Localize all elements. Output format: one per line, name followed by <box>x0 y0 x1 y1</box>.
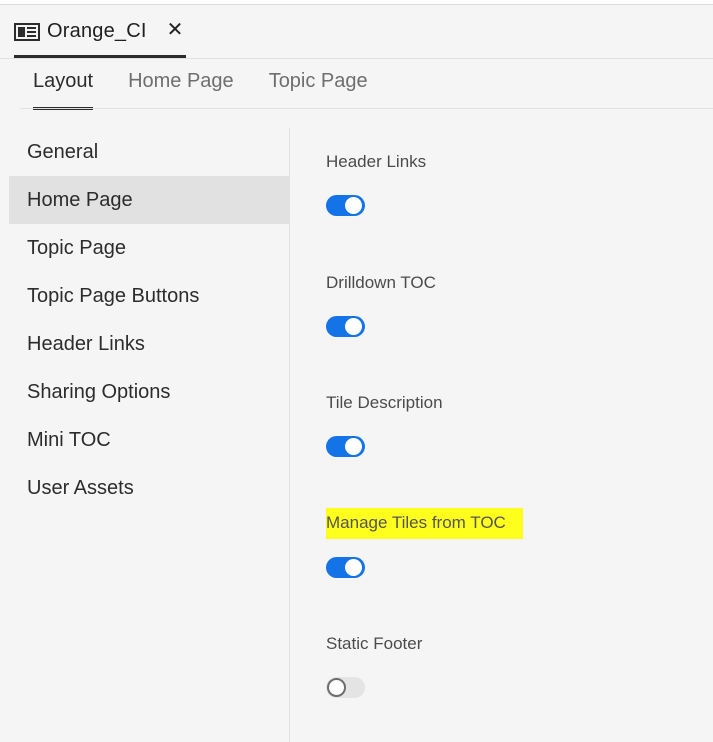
toggle-knob <box>345 197 362 214</box>
settings-category-nav: General Home Page Topic Page Topic Page … <box>9 128 290 742</box>
tile-description-toggle[interactable] <box>326 436 365 457</box>
tab-home-page[interactable]: Home Page <box>128 70 234 108</box>
sidebar-item-topic-page[interactable]: Topic Page <box>9 224 290 272</box>
document-icon <box>14 23 40 41</box>
setting-drilldown-toc: Drilldown TOC <box>326 271 706 392</box>
tabbar-divider <box>0 58 713 59</box>
app-window: Orange_CI ✕ Layout Home Page Topic Page … <box>0 0 713 742</box>
sidebar-item-header-links[interactable]: Header Links <box>9 320 290 368</box>
document-tab-title: Orange_CI <box>47 20 147 42</box>
nav-divider <box>289 128 290 742</box>
setting-label: Tile Description <box>326 393 443 412</box>
static-footer-toggle[interactable] <box>326 677 365 698</box>
sidebar-item-topic-page-buttons[interactable]: Topic Page Buttons <box>9 272 290 320</box>
setting-label: Drilldown TOC <box>326 272 436 292</box>
toggle-knob <box>345 317 362 335</box>
setting-label-highlighted: Manage Tiles from TOC <box>326 507 523 539</box>
tab-layout[interactable]: Layout <box>33 70 94 110</box>
tab-topic-page[interactable]: Topic Page <box>269 70 368 108</box>
setting-tile-description: Tile Description <box>326 391 706 512</box>
header-links-toggle[interactable] <box>326 195 365 216</box>
sidebar-item-home-page[interactable]: Home Page <box>9 176 290 224</box>
setting-label: Static Footer <box>326 634 423 653</box>
sidebar-item-user-assets[interactable]: User Assets <box>9 464 290 512</box>
drilldown-toc-toggle[interactable] <box>326 315 365 337</box>
layout-tabs: Layout Home Page Topic Page <box>33 70 403 110</box>
tabs-divider <box>20 108 713 109</box>
manage-tiles-from-toc-toggle[interactable] <box>326 556 365 578</box>
close-icon[interactable]: ✕ <box>167 20 184 40</box>
document-tab[interactable]: Orange_CI ✕ <box>14 17 186 59</box>
toggle-knob <box>327 678 346 697</box>
sidebar-item-sharing-options[interactable]: Sharing Options <box>9 368 290 416</box>
setting-label: Header Links <box>326 152 427 171</box>
sidebar-item-general[interactable]: General <box>9 128 290 176</box>
toggle-knob <box>345 438 362 455</box>
sidebar-item-mini-toc[interactable]: Mini TOC <box>9 416 290 464</box>
setting-manage-tiles-from-toc: Manage Tiles from TOC <box>326 507 706 633</box>
window-top-border <box>0 0 713 5</box>
setting-static-footer: Static Footer <box>326 632 706 742</box>
home-page-settings-panel: Header Links Drilldown TOC Tile Descript… <box>326 150 706 742</box>
setting-header-links: Header Links <box>326 150 706 271</box>
toggle-knob <box>345 558 362 576</box>
